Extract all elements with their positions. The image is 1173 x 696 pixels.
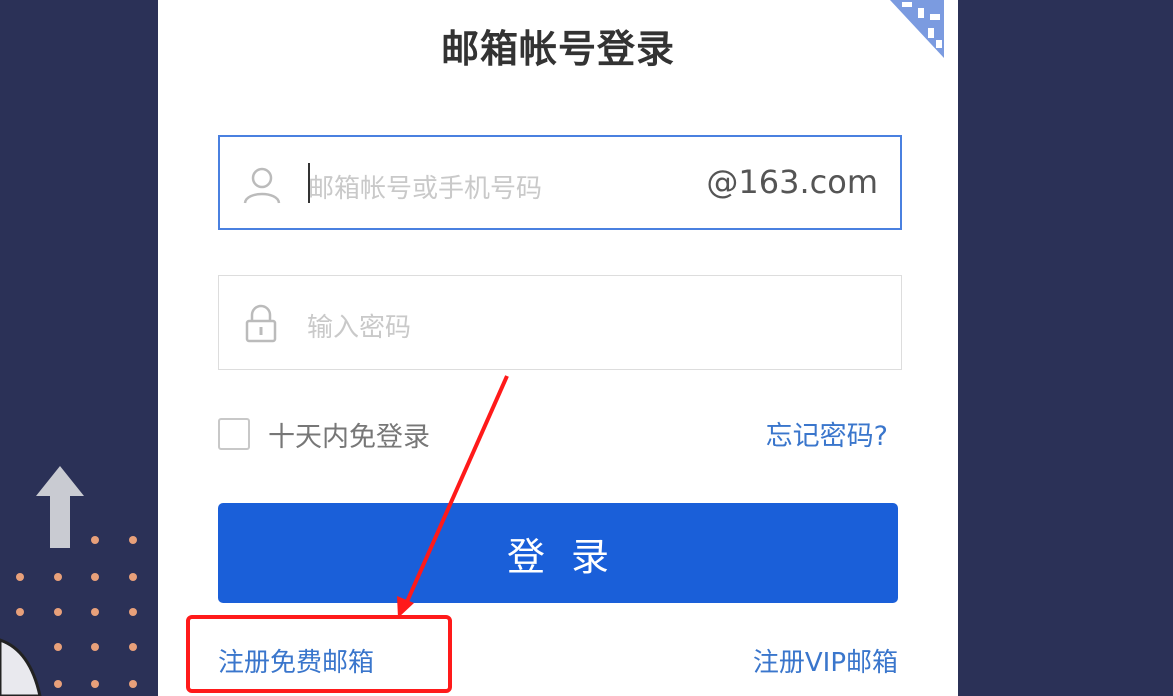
account-field[interactable]: 邮箱帐号或手机号码 @163.com [218, 135, 902, 230]
remember-label: 十天内免登录 [268, 421, 430, 453]
remember-me[interactable]: 十天内免登录 [218, 414, 430, 454]
background-decoration [0, 466, 137, 696]
account-placeholder: 邮箱帐号或手机号码 [308, 174, 543, 204]
page-title: 邮箱帐号登录 [440, 27, 675, 71]
user-icon [243, 167, 281, 204]
login-button[interactable]: 登录 [218, 503, 898, 603]
password-placeholder: 输入密码 [307, 313, 412, 343]
password-field[interactable]: 输入密码 [218, 275, 902, 370]
annotation-highlight [186, 615, 452, 693]
domain-suffix: @163.com [706, 163, 878, 201]
lock-icon [245, 304, 277, 343]
forgot-password-link[interactable]: 忘记密码? [766, 414, 888, 453]
register-vip-link[interactable]: 注册VIP邮箱 [753, 642, 898, 679]
remember-checkbox[interactable] [218, 418, 250, 450]
login-card: 邮箱帐号登录 邮箱帐号或手机号码 @163.com 输入密码 十天内免登录 忘记… [158, 0, 958, 696]
arrow-up-icon [36, 466, 84, 548]
